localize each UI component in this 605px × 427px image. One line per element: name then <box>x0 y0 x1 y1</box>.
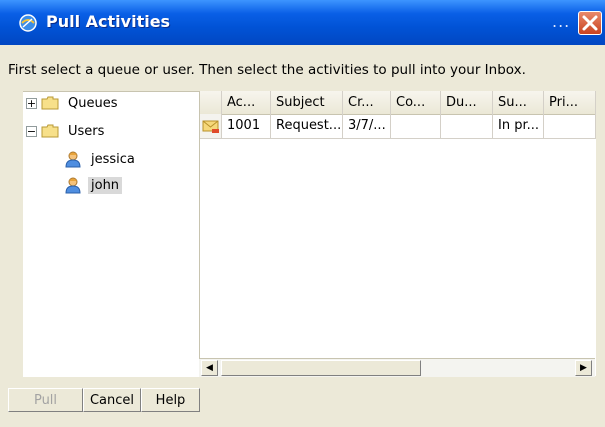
horizontal-scrollbar[interactable]: ◀ ▶ <box>199 358 595 377</box>
pull-button-label: Pull <box>33 393 58 408</box>
close-button[interactable] <box>578 11 602 35</box>
email-activity-icon <box>202 120 219 133</box>
app-icon <box>19 14 37 32</box>
cell-status: In pr... <box>493 114 544 138</box>
arrow-left-icon: ◀ <box>206 363 213 373</box>
scroll-right-button[interactable]: ▶ <box>575 360 592 376</box>
instructions-text: First select a queue or user. Then selec… <box>8 62 526 78</box>
column-header-created[interactable]: Cr... <box>343 91 391 114</box>
tree-node-users[interactable]: − Users <box>26 121 107 141</box>
cell-due <box>441 114 493 138</box>
cell-completed <box>391 114 441 138</box>
cell-created: 3/7/... <box>343 114 391 138</box>
help-button[interactable]: Help <box>141 388 200 412</box>
cell-activity: 1001 <box>222 114 271 138</box>
tree-label-users: Users <box>68 123 105 139</box>
tree-label-jessica: jessica <box>91 151 135 167</box>
row-icon-cell <box>200 114 222 138</box>
tree-label-john: john <box>88 176 123 194</box>
scroll-left-button[interactable]: ◀ <box>201 360 218 376</box>
arrow-right-icon: ▶ <box>580 363 587 373</box>
column-header-activity[interactable]: Ac... <box>222 91 271 114</box>
folder-icon <box>41 124 59 138</box>
folder-icon <box>41 96 59 110</box>
tree-node-queues[interactable]: + Queues <box>26 93 120 113</box>
title-bar[interactable]: Pull Activities ... <box>0 0 605 45</box>
tree-node-jessica[interactable]: jessica <box>64 149 138 169</box>
queue-user-tree[interactable]: + Queues − Users jessica john <box>23 91 199 377</box>
collapse-icon[interactable]: − <box>26 125 37 137</box>
window-title: Pull Activities <box>46 12 171 31</box>
pull-button[interactable]: Pull <box>8 388 83 412</box>
expand-icon[interactable]: + <box>26 97 37 109</box>
grid-header: Ac... Subject Cr... Co... Du... Su... Pr… <box>200 91 596 115</box>
tree-node-john[interactable]: john <box>64 175 123 195</box>
help-button-label: Help <box>155 393 186 408</box>
column-header-due[interactable]: Du... <box>441 91 493 114</box>
tree-label-queues: Queues <box>68 95 118 111</box>
user-icon <box>65 177 81 194</box>
close-icon <box>582 15 598 31</box>
cell-priority <box>544 114 596 138</box>
cancel-button-label: Cancel <box>89 393 135 408</box>
row-header-cell <box>200 91 222 114</box>
pull-activities-dialog: Pull Activities ... First select a queue… <box>0 0 605 427</box>
column-header-status[interactable]: Su... <box>493 91 544 114</box>
column-header-priority[interactable]: Pri... <box>544 91 596 114</box>
button-bar: Pull Cancel Help <box>0 384 605 427</box>
cancel-button[interactable]: Cancel <box>83 388 141 412</box>
user-icon <box>65 151 81 168</box>
column-header-completed[interactable]: Co... <box>391 91 441 114</box>
column-header-subject[interactable]: Subject <box>271 91 343 114</box>
title-overflow: ... <box>552 12 571 31</box>
scroll-thumb[interactable] <box>221 360 421 376</box>
table-row[interactable]: 1001 Request... 3/7/... In pr... <box>200 114 596 139</box>
activities-grid[interactable]: Ac... Subject Cr... Co... Du... Su... Pr… <box>199 91 596 376</box>
cell-subject: Request... <box>271 114 343 138</box>
